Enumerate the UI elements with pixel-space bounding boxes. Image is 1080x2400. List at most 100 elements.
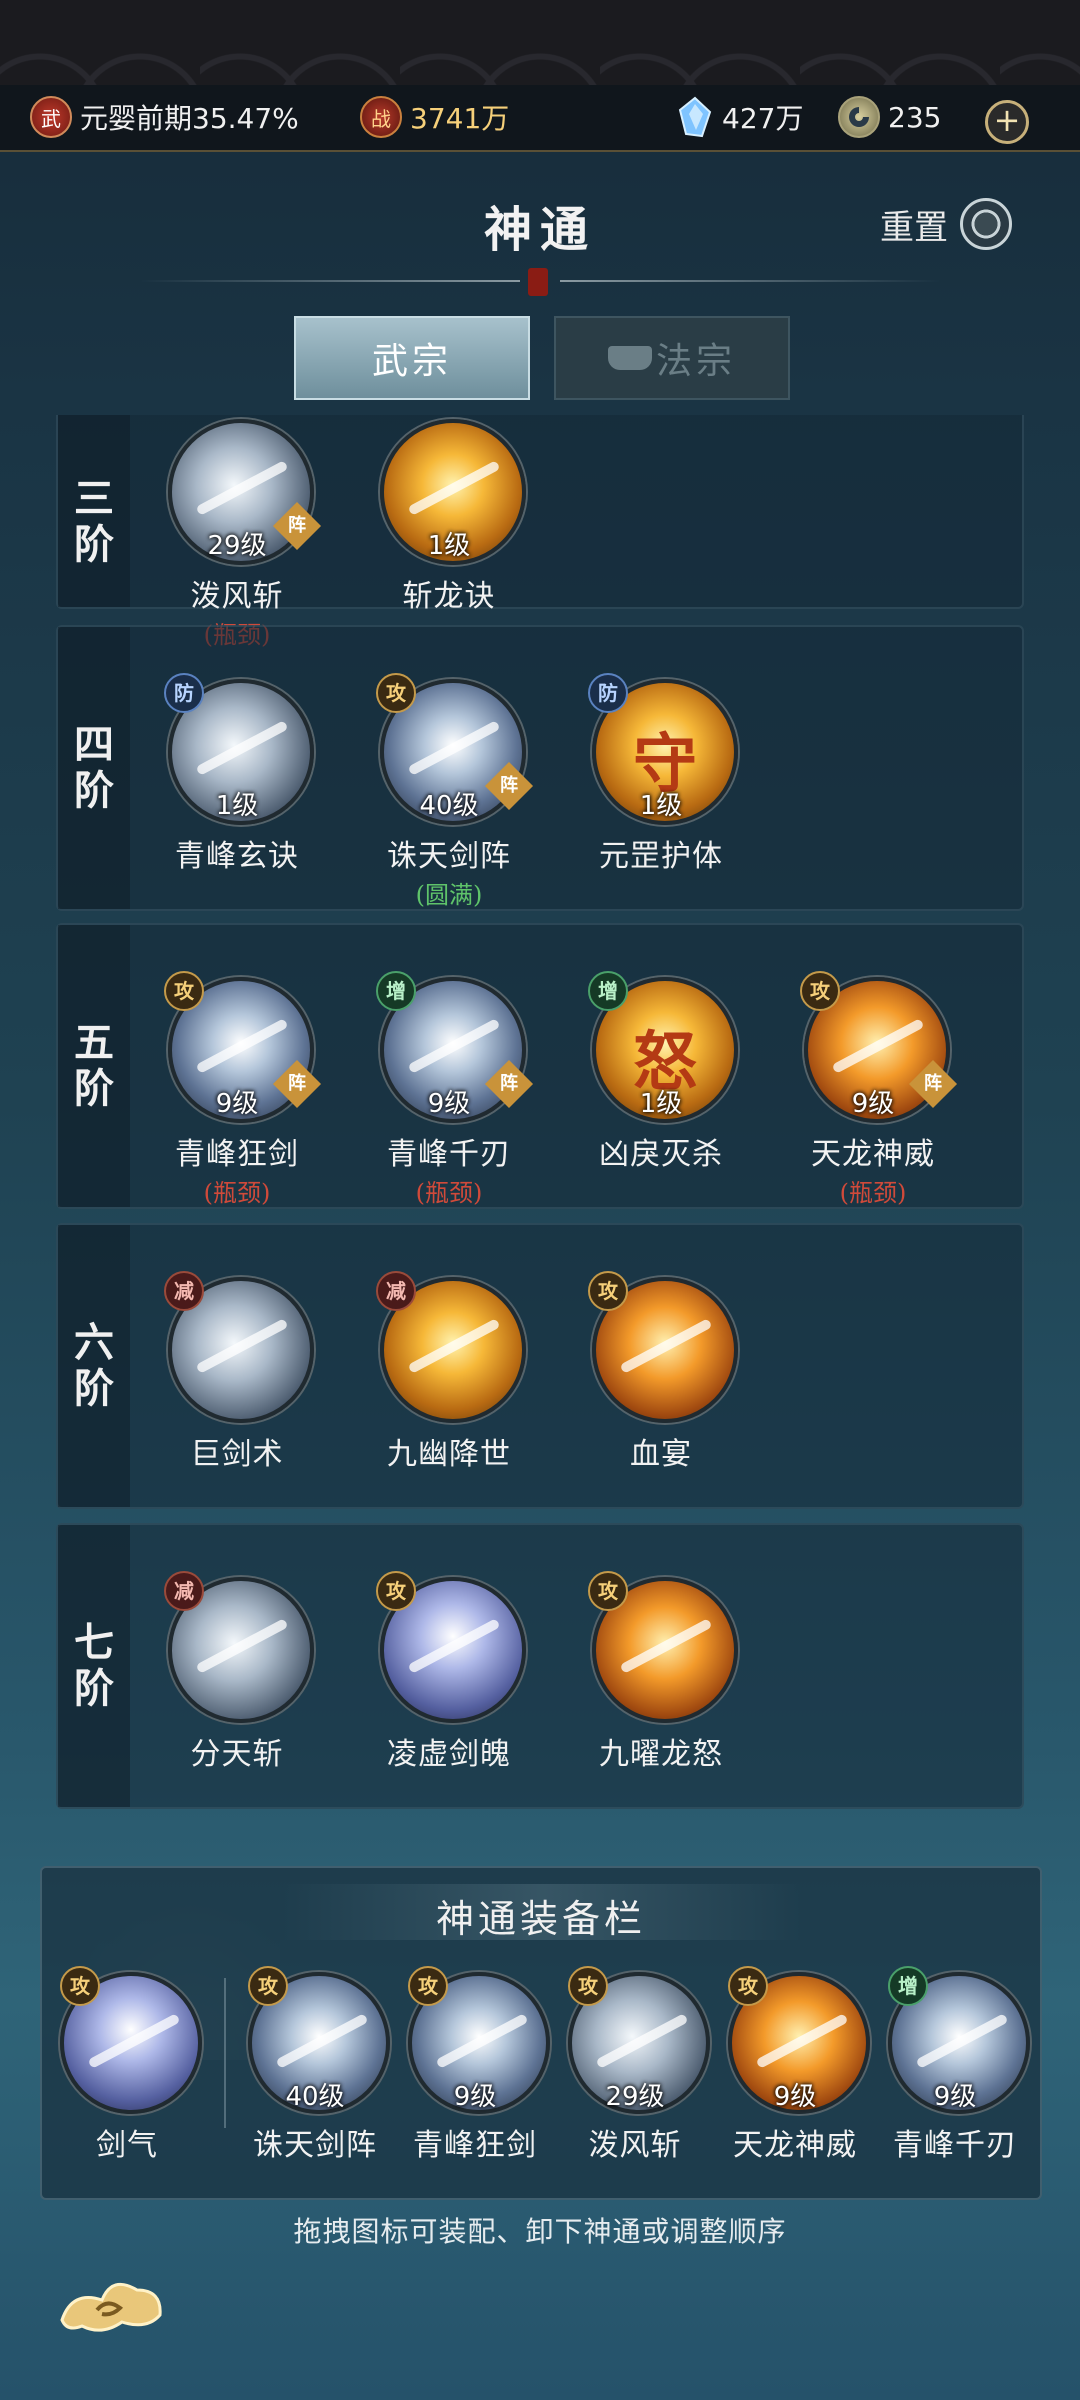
tier-label-char: 阶: [74, 1665, 114, 1712]
title-divider-left: [140, 280, 520, 282]
skill-art: [195, 460, 289, 516]
skill-name: 剑气: [96, 2128, 158, 2163]
skill-level: 40级: [285, 2082, 345, 2112]
skill-tier-list[interactable]: 三阶阵29级泼风斩(瓶颈)1级斩龙诀四阶防1级青峰玄诀攻阵40级诛天剑阵(圆满)…: [0, 415, 1080, 1815]
skill-name: 青峰狂剑: [175, 1137, 299, 1172]
tier-label: 五阶: [58, 925, 130, 1207]
tab-wuzong[interactable]: 武宗: [294, 316, 530, 400]
skill-name: 元罡护体: [599, 839, 723, 874]
add-resource-button[interactable]: +: [985, 100, 1029, 144]
skill-art: [755, 2013, 849, 2069]
tier-label: 七阶: [58, 1525, 130, 1807]
skill-type-badge: 攻: [376, 673, 416, 713]
tier-label-char: 阶: [74, 521, 114, 568]
skill-art: [407, 1618, 501, 1674]
skill-level: 9级: [851, 1089, 895, 1119]
tier-label: 六阶: [58, 1225, 130, 1507]
skill-name: 分天斩: [190, 1737, 284, 1772]
reset-label: 重置: [880, 207, 948, 248]
skill-type-badge: 攻: [728, 1966, 768, 2006]
reset-button[interactable]: 重置: [880, 198, 1012, 250]
tier-7: 七阶减分天斩攻凌虚剑魄攻九曜龙怒: [56, 1523, 1024, 1809]
skill-type-badge: 攻: [568, 1966, 608, 2006]
equip-title: 神通装备栏: [435, 1897, 646, 1941]
skill-tiers-1-skills-2[interactable]: 守防 1级 元罡护体: [552, 673, 752, 939]
realm-stat[interactable]: 武 元婴前期35.47%: [30, 95, 299, 139]
coin-value: 235: [888, 100, 942, 134]
skill-name: 凶戾灭杀: [599, 1137, 723, 1172]
skill-type-badge: 攻: [60, 1966, 100, 2006]
skill-tiers-3-skills-2[interactable]: 攻血宴: [552, 1271, 752, 1537]
skill-equip-slots-0[interactable]: 攻剑气: [24, 1966, 224, 2232]
realm-value: 元婴前期35.47%: [80, 102, 299, 135]
tier-6: 六阶减巨剑术减九幽降世攻血宴: [56, 1223, 1024, 1509]
skill-art: [915, 2013, 1009, 2069]
skill-name: 青峰玄诀: [175, 839, 299, 874]
realm-icon: 武: [30, 96, 72, 138]
skill-art: [275, 2013, 369, 2069]
skill-type-badge: 增: [376, 971, 416, 1011]
skill-type-badge: 攻: [588, 1271, 628, 1311]
skill-name: 九曜龙怒: [599, 1737, 723, 1772]
skill-art: [407, 1318, 501, 1374]
skill-tiers-3-skills-0[interactable]: 减巨剑术: [128, 1271, 328, 1537]
skill-art: [195, 1618, 289, 1674]
coin-stat[interactable]: 235: [838, 95, 941, 139]
tier-label-char: 六: [74, 1319, 114, 1366]
skill-equip-slots-5[interactable]: 增 9级青峰千刃: [852, 1966, 1052, 2232]
tier-label: 四阶: [58, 627, 130, 909]
skill-art: [595, 2013, 689, 2069]
seal-icon: [528, 268, 548, 296]
skill-name: 天龙神威: [811, 1137, 935, 1172]
tier-label-char: 七: [74, 1619, 114, 1666]
skill-type-badge: 攻: [800, 971, 840, 1011]
skill-tiers-1-skills-0[interactable]: 防 1级 青峰玄诀: [128, 673, 328, 939]
skill-art: [619, 1618, 713, 1674]
skill-name: 凌虚剑魄: [387, 1737, 511, 1772]
skill-tiers-2-skills-3[interactable]: 攻阵 9级 天龙神威 (瓶颈): [764, 971, 964, 1237]
skill-level: 1级: [427, 531, 471, 561]
crystal-stat[interactable]: 427万: [676, 95, 803, 139]
tier-label-char: 四: [74, 721, 114, 768]
skill-name: 泼风斩: [190, 579, 284, 614]
skill-tiers-2-skills-2[interactable]: 怒增 1级 凶戾灭杀: [552, 971, 752, 1237]
reset-icon: [960, 198, 1012, 250]
skill-tiers-4-skills-1[interactable]: 攻凌虚剑魄: [340, 1571, 540, 1815]
tier-label-char: 阶: [74, 1365, 114, 1412]
tier-label-char: 阶: [74, 1065, 114, 1112]
skill-name: 青峰千刃: [893, 2128, 1017, 2163]
skill-type-badge: 减: [164, 1571, 204, 1611]
skill-status-note: (瓶颈): [415, 1179, 483, 1207]
skill-type-badge: 攻: [164, 971, 204, 1011]
skill-status-note: (圆满): [415, 881, 483, 909]
skill-tiers-2-skills-0[interactable]: 攻阵 9级 青峰狂剑 (瓶颈): [128, 971, 328, 1237]
tier-4: 四阶防 1级 青峰玄诀攻阵 40级 诛天剑阵 (圆满) 守防 1级 元罡护体: [56, 625, 1024, 911]
tab-fazong[interactable]: 法宗: [554, 316, 790, 400]
tab-wuzong-label: 武宗: [371, 341, 452, 382]
skill-tiers-4-skills-2[interactable]: 攻九曜龙怒: [552, 1571, 752, 1815]
tier-5: 五阶攻阵 9级 青峰狂剑 (瓶颈) 增阵 9级 青峰千刃 (瓶颈) 怒增 1级 凶戾灭杀攻阵 9级 天龙…: [56, 923, 1024, 1209]
power-stat[interactable]: 战 3741万: [360, 95, 509, 139]
skill-type-badge: 增: [888, 1966, 928, 2006]
cloud-menu-icon[interactable]: [52, 2270, 172, 2340]
skill-name: 九幽降世: [387, 1437, 511, 1472]
skill-tiers-1-skills-1[interactable]: 攻阵 40级 诛天剑阵 (圆满): [340, 673, 540, 939]
skill-name: 青峰千刃: [387, 1137, 511, 1172]
skill-level: 9级: [933, 2082, 977, 2112]
skill-tiers-2-skills-1[interactable]: 增阵 9级 青峰千刃 (瓶颈): [340, 971, 540, 1237]
tier-label-char: 三: [74, 475, 114, 522]
skill-art: [407, 720, 501, 776]
skill-type-badge: 攻: [408, 1966, 448, 2006]
skill-type-badge: 攻: [248, 1966, 288, 2006]
top-decor-band: [0, 0, 1080, 85]
skill-art: [195, 1018, 289, 1074]
skill-name: 诛天剑阵: [387, 839, 511, 874]
skill-level: 40级: [419, 791, 479, 821]
skill-tiers-4-skills-0[interactable]: 减分天斩: [128, 1571, 328, 1815]
skill-tiers-3-skills-1[interactable]: 减九幽降世: [340, 1271, 540, 1537]
tier-label-char: 五: [74, 1019, 114, 1066]
skill-art: [407, 1018, 501, 1074]
skill-type-badge: 防: [164, 673, 204, 713]
skill-art: [195, 720, 289, 776]
skill-art: [87, 2013, 181, 2069]
